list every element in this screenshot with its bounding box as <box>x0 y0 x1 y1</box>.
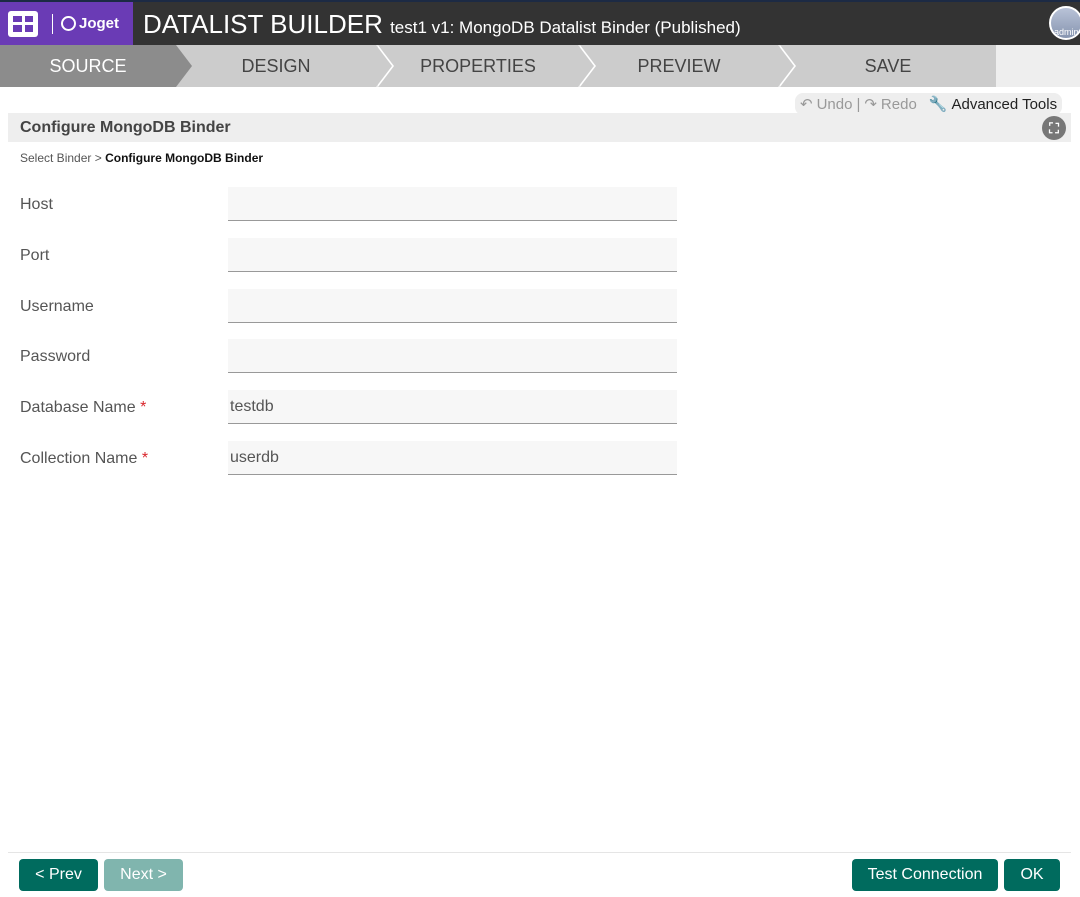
field-host: Host <box>20 187 680 221</box>
breadcrumb-separator: > <box>94 151 102 165</box>
step-label: SAVE <box>864 55 912 76</box>
apps-grid-icon[interactable] <box>8 10 38 37</box>
field-database-name: Database Name * <box>20 390 680 424</box>
breadcrumb-current: Configure MongoDB Binder <box>105 151 264 165</box>
field-collection-name: Collection Name * <box>20 441 680 475</box>
field-port: Port <box>20 238 680 272</box>
required-mark: * <box>141 450 149 467</box>
password-input[interactable] <box>228 339 677 373</box>
prev-button[interactable]: < Prev <box>19 859 98 891</box>
host-input[interactable] <box>228 187 677 221</box>
field-label: Database Name * <box>20 399 146 417</box>
avatar[interactable]: admin <box>1049 6 1080 40</box>
breadcrumb: Select Binder > Configure MongoDB Binder <box>20 151 263 165</box>
divider <box>52 13 53 34</box>
step-arrow <box>376 45 392 87</box>
page-title: DATALIST BUILDER test1 v1: MongoDB Datal… <box>143 9 741 40</box>
field-label-text: Database Name <box>20 399 136 416</box>
field-label: Password <box>20 348 91 365</box>
test-connection-button[interactable]: Test Connection <box>852 859 998 891</box>
undo-button[interactable]: Undo <box>817 96 853 113</box>
field-label: Username <box>20 298 94 315</box>
builder-title: DATALIST BUILDER <box>143 9 383 39</box>
step-arrow <box>176 45 192 87</box>
app-header: Joget DATALIST BUILDER test1 v1: MongoDB… <box>0 0 1080 45</box>
field-username: Username <box>20 289 680 323</box>
database-name-input[interactable] <box>228 390 677 424</box>
field-label: Collection Name * <box>20 450 148 468</box>
step-bar: SOURCE DESIGN PROPERTIES PREVIEW SAVE <box>0 45 1080 87</box>
brand: Joget <box>0 2 133 45</box>
avatar-username: admin <box>1054 27 1079 37</box>
step-label: PREVIEW <box>637 55 721 76</box>
next-button[interactable]: Next > <box>104 859 183 891</box>
step-label: DESIGN <box>241 55 311 76</box>
builder-subtitle: test1 v1: MongoDB Datalist Binder (Publi… <box>390 18 741 37</box>
step-preview[interactable]: PREVIEW <box>580 45 778 87</box>
collection-name-input[interactable] <box>228 441 677 475</box>
step-arrow <box>578 45 594 87</box>
toolbar: ↶ Undo | ↷ Redo 🔧 Advanced Tools <box>795 93 1063 115</box>
port-input[interactable] <box>228 238 677 272</box>
step-source[interactable]: SOURCE <box>0 45 176 87</box>
field-label: Host <box>20 196 53 213</box>
step-design[interactable]: DESIGN <box>176 45 376 87</box>
redo-icon: ↷ <box>864 96 877 113</box>
undo-icon: ↶ <box>800 96 813 113</box>
panel-header: Configure MongoDB Binder ⛶ <box>8 113 1071 142</box>
redo-button[interactable]: Redo <box>881 96 917 113</box>
joget-logo[interactable]: Joget <box>61 15 119 32</box>
ok-button[interactable]: OK <box>1004 859 1060 891</box>
step-save[interactable]: SAVE <box>780 45 996 87</box>
advanced-tools-button[interactable]: Advanced Tools <box>951 96 1057 113</box>
logo-text: Joget <box>79 15 120 32</box>
fullscreen-icon[interactable]: ⛶ <box>1042 116 1066 140</box>
username-input[interactable] <box>228 289 677 323</box>
field-label-text: Collection Name <box>20 450 138 467</box>
step-label: PROPERTIES <box>420 55 536 76</box>
required-mark: * <box>140 399 147 416</box>
panel-title: Configure MongoDB Binder <box>20 119 231 136</box>
step-properties[interactable]: PROPERTIES <box>378 45 578 87</box>
breadcrumb-select-binder[interactable]: Select Binder <box>20 151 91 165</box>
step-arrow <box>778 45 794 87</box>
footer-divider <box>8 852 1071 853</box>
field-password: Password <box>20 339 680 373</box>
field-label: Port <box>20 247 50 264</box>
step-label: SOURCE <box>49 55 127 76</box>
toolbar-separator: | <box>856 95 861 113</box>
wrench-icon: 🔧 <box>928 96 948 113</box>
